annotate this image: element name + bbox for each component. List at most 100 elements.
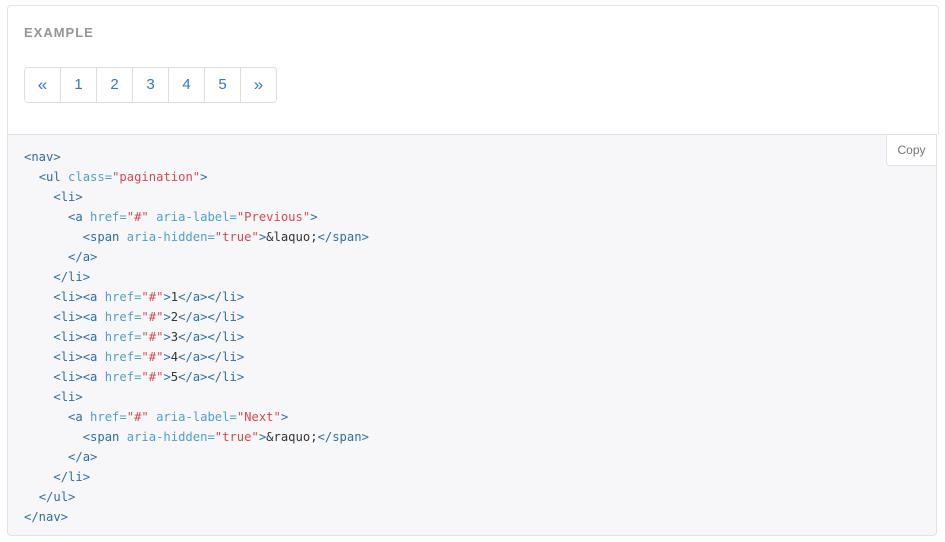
code-token: </a> [68, 450, 98, 464]
code-token: href= [104, 310, 142, 324]
code-token: </a></li> [178, 330, 245, 344]
pagination-previous-link[interactable]: « [25, 68, 60, 102]
code-token: <li><a [53, 330, 105, 344]
code-token: <a [68, 210, 91, 224]
code-token: href= [104, 290, 142, 304]
code-token: > [163, 310, 171, 324]
code-token: </li> [53, 270, 91, 284]
code-token: <span [82, 230, 127, 244]
code-token: href= [90, 410, 127, 424]
code-token: "Next" [236, 410, 281, 424]
code-token: <li><a [53, 370, 105, 384]
code-token: <li> [53, 390, 83, 404]
code-token: &laquo; [266, 230, 318, 244]
code-line: <li><a href="#">3</a></li> [24, 327, 369, 347]
code-token: > [163, 370, 171, 384]
code-token: </ul> [38, 490, 76, 504]
code-token: "#" [141, 290, 164, 304]
code-token: "#" [141, 370, 164, 384]
code-token: aria-hidden= [126, 230, 215, 244]
pagination-page-4-link[interactable]: 4 [168, 68, 204, 102]
pagination: « 1 2 3 4 5 » [24, 67, 277, 103]
code-token: "pagination" [112, 170, 201, 184]
code-token: <li><a [53, 310, 105, 324]
code-token: <span [82, 430, 127, 444]
code-token: "#" [126, 410, 149, 424]
code-token: aria-label= [156, 410, 237, 424]
code-token: </a></li> [178, 350, 245, 364]
code-token: </a></li> [178, 290, 245, 304]
pagination-page-3-link[interactable]: 3 [132, 68, 168, 102]
code-block: <nav> <ul class="pagination" > <li> <a hr… [24, 147, 369, 527]
code-token: </a></li> [178, 370, 245, 384]
code-token: > [163, 330, 171, 344]
code-line: </li> [24, 267, 369, 287]
code-line: </a> [24, 247, 369, 267]
copy-button[interactable]: Copy [886, 135, 936, 166]
code-token: "true" [214, 230, 259, 244]
pagination-page-1-link[interactable]: 1 [60, 68, 96, 102]
code-token: <a [68, 410, 91, 424]
code-token: </a></li> [178, 310, 245, 324]
code-line: <li><a href="#">1</a></li> [24, 287, 369, 307]
code-token: </li> [53, 470, 91, 484]
code-line: <span aria-hidden="true">&raquo;</span> [24, 427, 369, 447]
code-token: <li> [53, 190, 83, 204]
code-token: <li><a [53, 290, 105, 304]
code-token: &raquo; [266, 430, 318, 444]
code-token: "Previous" [236, 210, 311, 224]
code-line: </a> [24, 447, 369, 467]
code-snippet-panel: Copy <nav> <ul class="pagination" > <li> … [7, 134, 937, 536]
code-line: </ul> [24, 487, 369, 507]
code-token: > [280, 410, 289, 424]
code-line: <a href="#" aria-label="Previous"> [24, 207, 369, 227]
code-token: href= [104, 330, 142, 344]
code-token: </span> [317, 230, 369, 244]
code-token: aria-label= [156, 210, 237, 224]
code-token: "#" [141, 310, 164, 324]
pagination-page-2-link[interactable]: 2 [96, 68, 132, 102]
code-line: <li> [24, 387, 369, 407]
code-token: </nav> [24, 510, 69, 524]
code-token: aria-hidden= [126, 430, 215, 444]
code-token: class= [68, 170, 113, 184]
code-line: <a href="#" aria-label="Next"> [24, 407, 369, 427]
code-line: <nav> [24, 147, 369, 167]
code-token: href= [104, 370, 142, 384]
code-line: </li> [24, 467, 369, 487]
example-label: EXAMPLE [24, 25, 94, 40]
code-line: </nav> [24, 507, 369, 527]
code-token: </a> [68, 250, 98, 264]
code-token: "#" [141, 350, 164, 364]
pagination-page-5-link[interactable]: 5 [204, 68, 240, 102]
example-panel: EXAMPLE « 1 2 3 4 5 » [7, 5, 939, 135]
code-line: <span aria-hidden="true">&laquo;</span> [24, 227, 369, 247]
code-token: > [310, 210, 318, 224]
code-line: <li><a href="#">2</a></li> [24, 307, 369, 327]
code-token: <li><a [53, 350, 105, 364]
code-token: "#" [141, 330, 164, 344]
pagination-next-link[interactable]: » [240, 68, 276, 102]
code-token: "true" [214, 430, 259, 444]
code-token: <ul [38, 170, 69, 184]
code-line: <li> [24, 187, 369, 207]
code-token: href= [104, 350, 142, 364]
